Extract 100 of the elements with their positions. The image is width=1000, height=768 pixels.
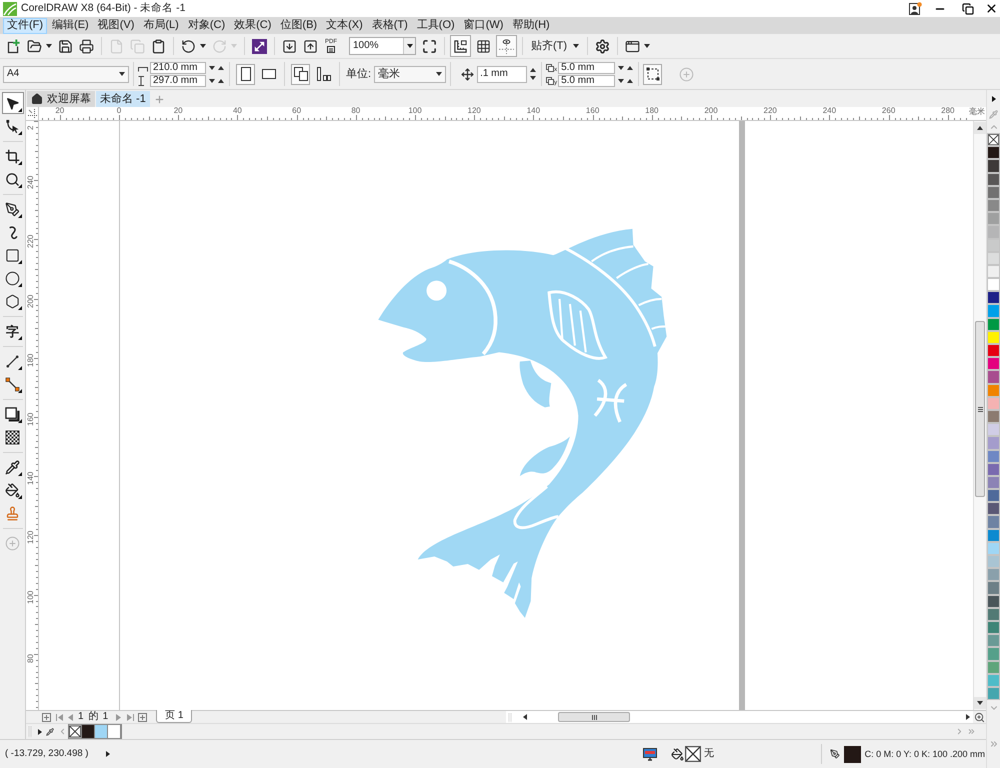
- menu-item[interactable]: 效果(C): [230, 18, 276, 34]
- color-swatch-icon[interactable]: [987, 450, 1000, 463]
- portrait-button[interactable]: [236, 64, 255, 84]
- menu-item[interactable]: 文件(F): [3, 18, 48, 34]
- scrollbar-thumb[interactable]: [975, 321, 985, 497]
- color-swatch-icon[interactable]: [987, 291, 1000, 304]
- all-pages-button[interactable]: [291, 64, 310, 84]
- color-swatch-icon[interactable]: [987, 225, 1000, 238]
- color-swatch-icon[interactable]: [987, 476, 1000, 490]
- vertical-offset-field[interactable]: 5.0 mm: [558, 74, 616, 86]
- caret-down-icon: [618, 78, 624, 82]
- page-size-dropdown[interactable]: A4: [3, 66, 129, 82]
- color-swatch-icon[interactable]: [987, 330, 1000, 344]
- color-swatch-icon[interactable]: [987, 370, 1000, 384]
- zoom-level-field[interactable]: 100%: [349, 37, 416, 55]
- page-height-field[interactable]: 297.0 mm: [150, 74, 206, 86]
- menu-item[interactable]: 工具(O): [412, 18, 459, 34]
- scrollbar-thumb[interactable]: [558, 712, 630, 722]
- menu-item[interactable]: 窗口(W): [460, 18, 508, 34]
- units-dropdown[interactable]: 毫米: [374, 66, 446, 82]
- color-swatch-icon[interactable]: [108, 725, 121, 738]
- color-swatch-icon[interactable]: [987, 384, 1000, 397]
- eyedropper-button[interactable]: [45, 726, 55, 737]
- color-swatch-icon[interactable]: [987, 608, 1000, 621]
- horizontal-offset-field[interactable]: 5.0 mm: [558, 62, 616, 74]
- scroll-up-button[interactable]: [974, 122, 986, 134]
- color-swatch-icon[interactable]: [987, 159, 1000, 173]
- menu-item[interactable]: 视图(V): [94, 18, 138, 34]
- window-title: CorelDRAW X8 (64-Bit) - 未命名 -1: [21, 3, 186, 14]
- menu-item[interactable]: 对象(C): [184, 18, 230, 34]
- color-swatch-icon[interactable]: [82, 725, 95, 738]
- color-swatch-icon[interactable]: [987, 528, 1000, 542]
- document-tab[interactable]: 未命名 -1: [96, 91, 150, 107]
- increment-button[interactable]: [528, 66, 538, 74]
- color-swatch-icon[interactable]: [987, 198, 1000, 212]
- no-color-swatch-icon[interactable]: [69, 725, 82, 738]
- document-tab[interactable]: 欢迎屏幕: [27, 91, 95, 107]
- landscape-page-icon: [262, 69, 276, 79]
- color-swatch-icon[interactable]: [987, 568, 1000, 582]
- color-swatch-icon[interactable]: [987, 660, 1000, 674]
- color-swatch-icon[interactable]: [987, 146, 1000, 160]
- menu-item[interactable]: 帮助(H): [508, 18, 554, 34]
- color-swatch-icon[interactable]: [987, 238, 1000, 252]
- color-swatch-icon[interactable]: [987, 502, 1000, 516]
- pick-tool-button[interactable]: [2, 92, 24, 114]
- nudge-distance-field[interactable]: .1 mm: [477, 66, 528, 82]
- color-swatch-icon[interactable]: [987, 594, 1000, 608]
- guidelines-toggle[interactable]: [496, 35, 517, 57]
- scroll-down-button[interactable]: [974, 697, 986, 709]
- page-of-label: 的: [88, 712, 99, 722]
- color-swatch-icon[interactable]: [987, 264, 1000, 278]
- color-swatch-icon[interactable]: [987, 555, 1000, 568]
- menu-item[interactable]: 布局(L): [139, 18, 183, 34]
- color-swatch-icon[interactable]: [987, 436, 1000, 450]
- color-swatch-icon[interactable]: [987, 357, 1000, 370]
- treat-as-filled-button[interactable]: [643, 64, 662, 84]
- rulers-toggle[interactable]: [450, 35, 471, 57]
- text-tool-button[interactable]: 字: [2, 320, 24, 342]
- palette-menu-button[interactable]: [35, 726, 44, 737]
- color-swatch-icon[interactable]: [987, 344, 1000, 358]
- color-swatch-icon[interactable]: [987, 542, 1000, 555]
- color-swatch-icon[interactable]: [987, 396, 1000, 410]
- no-color-swatch-icon[interactable]: [685, 746, 701, 762]
- color-swatch-icon[interactable]: [844, 746, 861, 762]
- ruler-label: 140: [27, 472, 35, 486]
- color-swatch-icon[interactable]: [987, 212, 1000, 226]
- decrement-button[interactable]: [528, 74, 538, 82]
- color-swatch-icon[interactable]: [987, 304, 1000, 318]
- add-page-before-button[interactable]: [41, 712, 52, 722]
- add-page-after-button[interactable]: [137, 712, 148, 722]
- color-swatch-icon[interactable]: [987, 278, 1000, 292]
- zoom-level-value: 100%: [352, 41, 380, 51]
- zoom-button[interactable]: [973, 711, 986, 723]
- color-swatch-icon[interactable]: [987, 515, 1000, 529]
- color-swatch-icon[interactable]: [987, 674, 1000, 687]
- color-swatch-icon[interactable]: [95, 725, 108, 738]
- color-swatch-icon[interactable]: [987, 423, 1000, 436]
- left-triangle-icon: [523, 714, 527, 720]
- menu-item[interactable]: 文本(X): [322, 18, 367, 34]
- color-swatch-icon[interactable]: [987, 318, 1000, 331]
- menu-item[interactable]: 编辑(E): [48, 18, 93, 34]
- color-swatch-icon[interactable]: [987, 634, 1000, 648]
- color-swatch-icon[interactable]: [987, 410, 1000, 424]
- menu-item[interactable]: 表格(T): [368, 18, 412, 34]
- color-swatch-icon[interactable]: [987, 252, 1000, 265]
- color-swatch-icon[interactable]: [987, 647, 1000, 660]
- coordinates-menu-button[interactable]: [104, 749, 112, 759]
- menu-item[interactable]: 位图(B): [276, 18, 322, 34]
- color-swatch-icon[interactable]: [987, 489, 1000, 502]
- color-swatch-icon[interactable]: [987, 581, 1000, 595]
- color-swatch-icon[interactable]: [987, 620, 1000, 634]
- page-tab[interactable]: 页 1: [156, 710, 192, 723]
- snap-menu-button[interactable]: 贴齐(T): [527, 35, 584, 57]
- color-swatch-icon[interactable]: [987, 172, 1000, 186]
- no-color-swatch-icon[interactable]: [987, 133, 1000, 146]
- page-width-field[interactable]: 210.0 mm: [150, 62, 206, 74]
- color-swatch-icon[interactable]: [987, 186, 1000, 199]
- color-swatch-icon[interactable]: [987, 686, 1000, 700]
- color-swatch-icon[interactable]: [987, 462, 1000, 476]
- zoom-dropdown-button[interactable]: [403, 38, 415, 54]
